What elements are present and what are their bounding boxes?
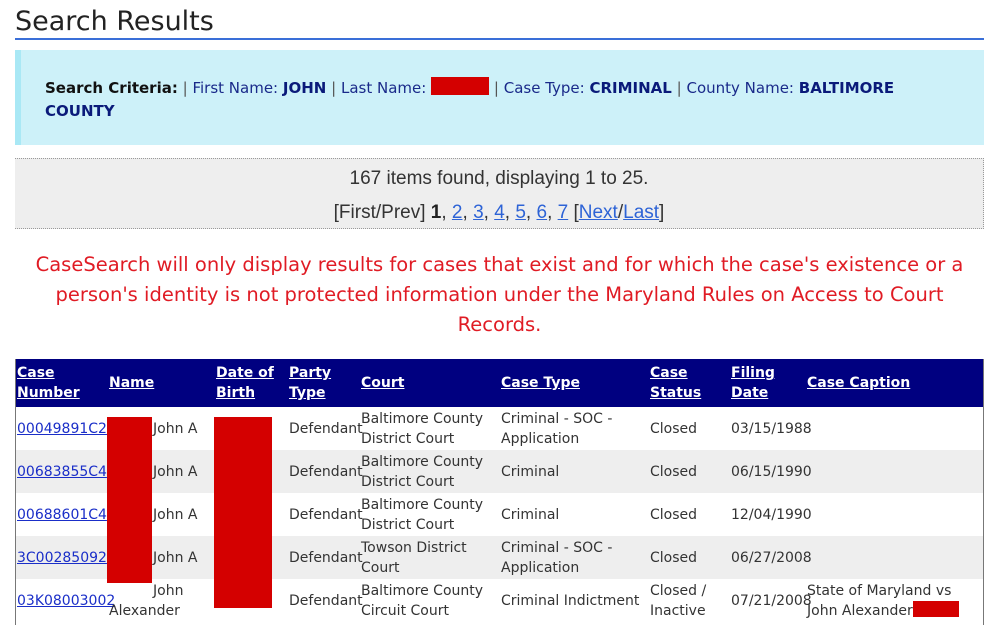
privacy-notice: CaseSearch will only display results for… (35, 253, 964, 336)
case-type: Criminal (501, 506, 560, 523)
sort-filing-date[interactable]: Filing Date (731, 365, 775, 401)
party-type: Defendant (289, 420, 363, 437)
filing-date: 12/04/1990 (731, 506, 812, 523)
page-link-7[interactable]: 7 (558, 202, 569, 223)
case-type: Criminal (501, 463, 560, 480)
sort-case-type[interactable]: Case Type (501, 375, 580, 391)
sort-case-number[interactable]: Case Number (17, 365, 80, 401)
page-link-6[interactable]: 6 (536, 202, 547, 223)
court-name: Baltimore County District Court (361, 410, 484, 447)
first-prev-disabled: [First/Prev] (333, 202, 426, 223)
page-link-3[interactable]: 3 (473, 202, 484, 223)
separator: | (182, 79, 188, 97)
filing-date: 06/15/1990 (731, 463, 812, 480)
county-name-label: County Name: (686, 79, 794, 97)
court-name: Towson District Court (361, 539, 467, 576)
filing-date: 07/21/2008 (731, 592, 812, 609)
last-name-label: Last Name: (340, 79, 427, 97)
sort-name[interactable]: Name (109, 375, 154, 391)
name-redaction (107, 417, 152, 583)
page-title: Search Results (15, 6, 214, 37)
case-status: Closed (650, 463, 698, 480)
sort-court[interactable]: Court (361, 375, 404, 391)
results-count: 167 items found, displaying 1 to 25. (349, 168, 649, 189)
court-name: Baltimore County Circuit Court (361, 582, 484, 619)
dob-redaction (214, 417, 272, 608)
table-row: 00049891C2 John A Defendant Baltimore Count… (16, 407, 983, 450)
separator: | (676, 79, 682, 97)
last-name-redaction (431, 77, 490, 95)
first-name-label: First Name: (192, 79, 279, 97)
page-link-5[interactable]: 5 (515, 202, 526, 223)
party-name: John Alexander (109, 582, 184, 619)
case-status: Closed (650, 506, 698, 523)
case-number-link[interactable]: 03K08003002 (17, 593, 115, 609)
filing-date: 03/15/1988 (731, 420, 812, 437)
sort-case-status[interactable]: Case Status (650, 365, 701, 401)
party-type: Defendant (289, 592, 363, 609)
case-status: Closed (650, 420, 698, 437)
party-type: Defendant (289, 463, 363, 480)
case-number-link[interactable]: 3C00285092 (17, 550, 107, 566)
case-type-value: CRIMINAL (589, 79, 672, 97)
case-type: Criminal - SOC - Application (501, 410, 613, 447)
table-row: 00683855C4 John A Defendant Baltimore Count… (16, 450, 983, 493)
table-row: 03K08003002 John Alexander Defendant Baltim… (16, 579, 983, 622)
first-name-value: JOHN (282, 79, 327, 97)
page-link-4[interactable]: 4 (494, 202, 505, 223)
case-type: Criminal Indictment (501, 592, 640, 609)
results-table: Case Number Name Date of Birth Party Typ… (16, 359, 983, 622)
filing-date: 06/27/2008 (731, 549, 812, 566)
pagination: [First/Prev] 1, 2, 3, 4, 5, 6, 7 [Next/L… (333, 202, 665, 223)
bracket-close: ] (659, 202, 665, 223)
table-row: 00688601C4 John A Defendant Baltimore Count… (16, 493, 983, 536)
case-number-link[interactable]: 00688601C4 (17, 507, 107, 523)
sort-party-type[interactable]: Party Type (289, 365, 331, 401)
case-status: Closed / Inactive (650, 582, 707, 619)
criteria-heading: Search Criteria: (45, 79, 178, 97)
case-status: Closed (650, 549, 698, 566)
sort-case-caption[interactable]: Case Caption (807, 375, 910, 391)
current-page: 1 (430, 202, 442, 223)
page-link-2[interactable]: 2 (452, 202, 463, 223)
party-type: Defendant (289, 506, 363, 523)
party-type: Defendant (289, 549, 363, 566)
results-table-container: Case Number Name Date of Birth Party Typ… (15, 359, 984, 625)
separator: | (331, 79, 337, 97)
results-summary-box: 167 items found, displaying 1 to 25. [Fi… (15, 158, 984, 229)
table-row: 3C00285092 John A Defendant Towson District… (16, 536, 983, 579)
next-link[interactable]: Next (579, 202, 618, 223)
case-type: Criminal - SOC - Application (501, 539, 613, 576)
court-name: Baltimore County District Court (361, 453, 484, 490)
title-divider (15, 38, 984, 40)
separator: | (493, 79, 499, 97)
caption-redaction (912, 600, 959, 617)
court-name: Baltimore County District Court (361, 496, 484, 533)
case-number-link[interactable]: 00683855C4 (17, 464, 107, 480)
case-type-label: Case Type: (503, 79, 585, 97)
sort-date-of-birth[interactable]: Date of Birth (216, 365, 274, 401)
table-header-row: Case Number Name Date of Birth Party Typ… (16, 359, 983, 407)
last-link[interactable]: Last (623, 202, 659, 223)
search-criteria-panel: Search Criteria: | First Name: JOHN | La… (15, 50, 984, 145)
case-number-link[interactable]: 00049891C2 (17, 421, 107, 437)
